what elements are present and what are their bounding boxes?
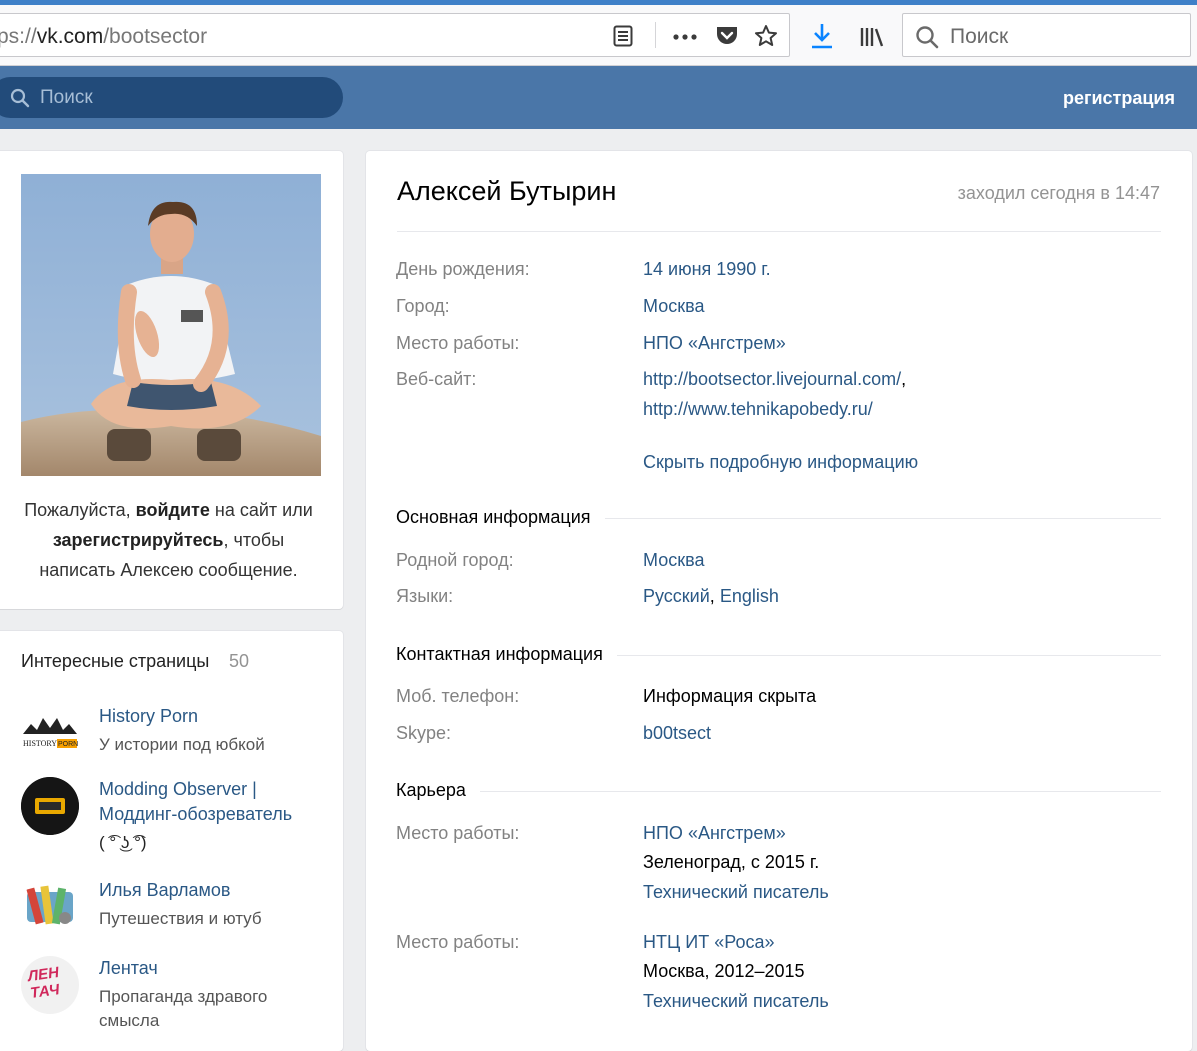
browser-toolbar: ps://vk.com/bootsector Поиск	[0, 0, 1197, 66]
work-label: Место работы:	[396, 333, 520, 353]
search-placeholder: Поиск	[950, 25, 1009, 48]
section-title-main: Основная информация	[396, 507, 605, 528]
hometown-label: Родной город:	[396, 550, 514, 570]
pocket-icon[interactable]	[715, 25, 739, 47]
career-company[interactable]: НПО «Ангстрем»	[643, 823, 786, 844]
website-value: http://bootsector.livejournal.com/,	[643, 369, 907, 389]
city-label: Город:	[396, 296, 450, 316]
reader-view-icon[interactable]	[613, 25, 633, 47]
community-avatar[interactable]	[21, 878, 79, 936]
community-name[interactable]: Лентач	[99, 956, 158, 981]
login-link[interactable]: войдите	[136, 500, 210, 520]
interesting-pages-title[interactable]: Интересные страницы	[21, 651, 209, 672]
register-link-inline[interactable]: зарегистрируйтесь	[53, 530, 224, 550]
community-name[interactable]: Modding Observer | Моддинг-обозреватель	[99, 777, 292, 827]
library-icon[interactable]	[859, 26, 885, 48]
community-description: Путешествия и ютуб	[99, 909, 262, 928]
search-icon	[916, 26, 939, 49]
bookmark-star-icon[interactable]	[754, 24, 778, 48]
community-description: У истории под юбкой	[99, 735, 265, 754]
community-logo: ЛЕН ТАЧ	[26, 963, 61, 1003]
search-icon	[10, 88, 30, 108]
career-place: Москва, 2012–2015	[643, 961, 805, 981]
career-place: Зеленоград, с 2015 г.	[643, 852, 820, 872]
community-avatar[interactable]: HISTORY PORN	[21, 704, 79, 762]
browser-search-field[interactable]: Поиск	[902, 13, 1191, 57]
career-position[interactable]: Технический писатель	[643, 991, 829, 1012]
phone-value: Информация скрыта	[643, 686, 817, 706]
svg-text:PORN: PORN	[58, 741, 78, 748]
url-text[interactable]: ps://vk.com/bootsector	[0, 25, 207, 49]
interesting-pages-count: 50	[229, 651, 250, 671]
download-icon[interactable]	[810, 22, 834, 50]
skype-label: Skype:	[396, 723, 452, 743]
skype-value[interactable]: b00tsect	[643, 723, 711, 744]
register-link[interactable]: регистрация	[1063, 88, 1175, 109]
last-seen-status: заходил сегодня в 14:47	[957, 183, 1160, 203]
career-company[interactable]: НТЦ ИТ «Роса»	[643, 932, 775, 953]
community-avatar[interactable]	[21, 777, 79, 835]
more-actions-icon[interactable]	[673, 34, 697, 40]
career-work-label: Место работы:	[396, 823, 520, 843]
website-link-2[interactable]: http://www.tehnikapobedy.ru/	[643, 399, 873, 420]
profile-photo[interactable]	[21, 174, 321, 476]
hide-details-link[interactable]: Скрыть подробную информацию	[643, 452, 918, 473]
svg-text:HISTORY: HISTORY	[23, 739, 57, 748]
languages-label: Языки:	[396, 586, 454, 606]
city-value[interactable]: Москва	[643, 296, 704, 317]
hometown-value[interactable]: Москва	[643, 550, 704, 571]
community-description: Пропаганда здравого смысла	[99, 987, 268, 1030]
language-link[interactable]: Русский	[643, 586, 710, 606]
language-link[interactable]: English	[720, 586, 779, 606]
site-search-input[interactable]: Поиск	[0, 77, 343, 118]
community-name[interactable]: History Porn	[99, 704, 198, 729]
section-title-career: Карьера	[396, 780, 480, 801]
website-link[interactable]: http://bootsector.livejournal.com/	[643, 369, 901, 389]
birthday-label: День рождения:	[396, 259, 530, 279]
work-value[interactable]: НПО «Ангстрем»	[643, 333, 786, 354]
career-position[interactable]: Технический писатель	[643, 882, 829, 903]
community-description: ( ͡° ͜ʖ ͡°)	[99, 833, 147, 852]
community-name[interactable]: Илья Варламов	[99, 878, 230, 903]
login-prompt: Пожалуйста, войдите на сайт или зарегистр…	[24, 500, 313, 580]
languages-value: Русский, English	[643, 586, 779, 606]
divider	[396, 791, 1161, 792]
site-header: Поиск регистрация	[0, 66, 1197, 129]
interesting-pages-card: Интересные страницы 50 HISTORY PORN Histo…	[0, 631, 343, 1051]
divider	[397, 231, 1161, 232]
separator	[655, 22, 656, 48]
profile-info-card: Алексей Бутырин заходил сегодня в 14:47 …	[366, 151, 1192, 1051]
phone-label: Моб. телефон:	[396, 686, 520, 706]
profile-photo-card: Пожалуйста, войдите на сайт или зарегистр…	[0, 151, 343, 609]
section-title-contacts: Контактная информация	[396, 644, 617, 665]
page-title: Алексей Бутырин	[397, 176, 617, 206]
search-placeholder: Поиск	[40, 87, 93, 108]
career-work-label: Место работы:	[396, 932, 520, 952]
community-avatar[interactable]: ЛЕН ТАЧ	[21, 956, 79, 1014]
birthday-value[interactable]: 14 июня 1990 г.	[643, 259, 771, 280]
address-bar[interactable]: ps://vk.com/bootsector	[0, 13, 790, 57]
website-label: Веб-сайт:	[396, 369, 477, 389]
